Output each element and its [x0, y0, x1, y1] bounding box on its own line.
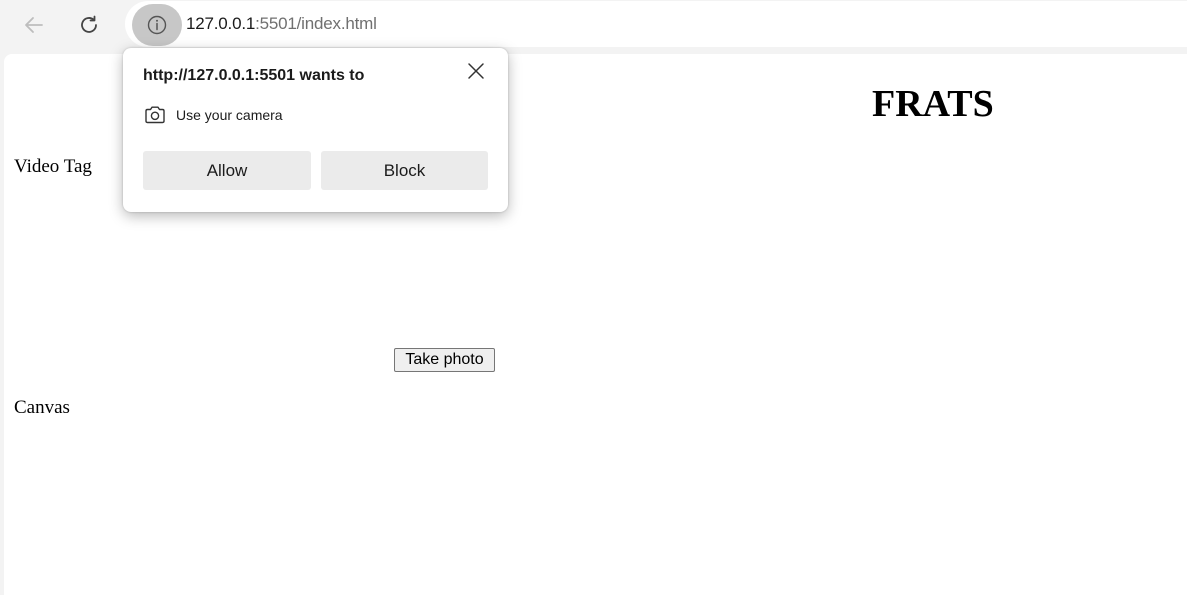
- popup-close-button[interactable]: [463, 58, 489, 84]
- take-photo-button[interactable]: Take photo: [394, 348, 495, 372]
- page-title: FRATS: [872, 83, 994, 125]
- url-text[interactable]: 127.0.0.1:5501/index.html: [186, 14, 377, 34]
- allow-button[interactable]: Allow: [143, 151, 311, 190]
- block-button[interactable]: Block: [321, 151, 488, 190]
- refresh-button[interactable]: [72, 8, 106, 42]
- canvas-label: Canvas: [14, 397, 70, 418]
- url-path: :5501/index.html: [255, 14, 377, 33]
- permission-row: Use your camera: [144, 105, 283, 125]
- back-button[interactable]: [17, 8, 51, 42]
- url-host: 127.0.0.1: [186, 14, 256, 33]
- camera-icon: [145, 106, 165, 124]
- popup-title: http://127.0.0.1:5501 wants to: [143, 67, 365, 84]
- video-tag-label: Video Tag: [14, 156, 92, 177]
- refresh-icon: [81, 15, 97, 33]
- browser-toolbar: 127.0.0.1:5501/index.html: [0, 0, 1187, 50]
- site-info-button[interactable]: [132, 4, 182, 46]
- camera-permission-popup: http://127.0.0.1:5501 wants to Use your …: [123, 48, 508, 212]
- permission-text: Use your camera: [176, 107, 283, 123]
- close-icon: [468, 63, 484, 79]
- arrow-left-icon: [25, 17, 43, 33]
- info-icon: [147, 15, 167, 35]
